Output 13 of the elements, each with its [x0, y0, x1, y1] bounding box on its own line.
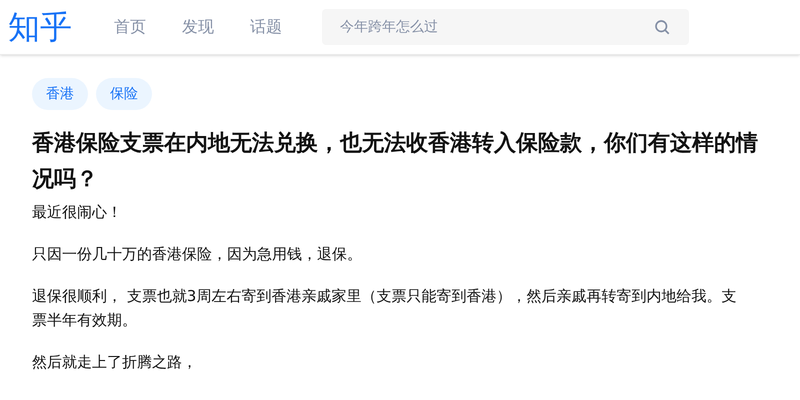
paragraph: 只因一份几十万的香港保险，因为急用钱，退保。: [32, 244, 363, 265]
topic-tag[interactable]: 香港: [32, 78, 88, 110]
paragraph: 最近很闹心！: [32, 202, 123, 223]
search-icon[interactable]: [653, 18, 671, 36]
topic-tag[interactable]: 保险: [96, 78, 152, 110]
nav-link[interactable]: 发现: [182, 15, 214, 39]
question-title: 香港保险支票在内地无法兑换，也无法收香港转入保险款，你们有这样的情况吗？: [32, 130, 759, 194]
paragraph: 退保很顺利， 支票也就3周左右寄到香港亲戚家里（支票只能寄到香港），然后亲戚再转寄到内地给我。支票半年有效期。: [32, 286, 737, 331]
search-field[interactable]: 今年跨年怎么过: [322, 9, 689, 45]
nav-link[interactable]: 话题: [250, 15, 282, 39]
paragraph: 然后就走上了折腾之路，: [32, 352, 198, 373]
nav-link[interactable]: 首页: [114, 15, 146, 39]
logo[interactable]: 知乎: [8, 11, 88, 43]
